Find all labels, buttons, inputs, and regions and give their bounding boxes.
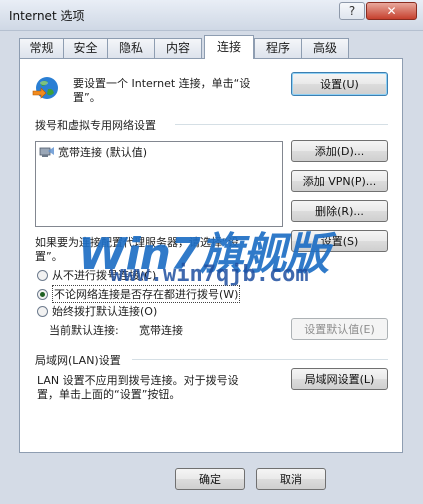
- close-icon: ✕: [386, 4, 397, 18]
- tab-programs[interactable]: 程序: [254, 38, 302, 58]
- radio-indicator: [37, 305, 48, 317]
- dialup-section-title: 拨号和虚拟专用网络设置: [35, 119, 156, 132]
- proxy-instruction-line2: 置”。: [35, 250, 63, 263]
- ok-button[interactable]: 确定: [175, 468, 245, 490]
- tab-label: 连接: [216, 40, 241, 54]
- list-item[interactable]: 宽带连接 (默认值): [39, 144, 147, 160]
- cancel-button[interactable]: 取消: [256, 468, 326, 490]
- help-icon: ?: [348, 4, 356, 18]
- current-default-value: 宽带连接: [139, 324, 183, 337]
- tab-label: 安全: [73, 41, 98, 55]
- tab-label: 高级: [312, 41, 337, 55]
- title-bar: Internet 选项 ? ✕: [0, 0, 423, 31]
- section-divider: [175, 124, 388, 125]
- watermark-url: www.win7qjb.com: [110, 262, 309, 287]
- radio-dial-whenever[interactable]: 不论网络连接是否存在都进行拨号(W): [37, 285, 241, 303]
- tab-general[interactable]: 常规: [19, 38, 64, 58]
- connection-name: 宽带连接 (默认值): [58, 146, 148, 159]
- tab-connections[interactable]: 连接: [204, 35, 254, 59]
- tab-label: 常规: [29, 41, 54, 55]
- radio-indicator: [37, 288, 48, 300]
- tab-label: 程序: [265, 41, 290, 55]
- lan-section-title: 局域网(LAN)设置: [35, 354, 121, 367]
- help-button[interactable]: ?: [339, 2, 365, 20]
- close-button[interactable]: ✕: [366, 2, 417, 20]
- tab-privacy[interactable]: 隐私: [107, 38, 155, 58]
- tab-label: 隐私: [118, 41, 143, 55]
- lan-settings-button[interactable]: 局域网设置(L): [291, 368, 388, 390]
- radio-always-dial[interactable]: 始终拨打默认连接(O): [37, 303, 157, 319]
- add-vpn-button[interactable]: 添加 VPN(P)...: [291, 170, 388, 192]
- radio-indicator: [37, 269, 48, 281]
- tab-advanced[interactable]: 高级: [301, 38, 349, 58]
- set-default-button[interactable]: 设置默认值(E): [291, 318, 388, 340]
- tab-content[interactable]: 内容: [154, 38, 202, 58]
- section-divider: [132, 359, 388, 360]
- tab-label: 内容: [165, 41, 190, 55]
- radio-label: 始终拨打默认连接(O): [52, 305, 158, 318]
- radio-label: 不论网络连接是否存在都进行拨号(W): [52, 285, 241, 303]
- broadband-connection-icon: [39, 147, 54, 157]
- current-default-label: 当前默认连接:: [49, 324, 119, 337]
- setup-button[interactable]: 设置(U): [291, 72, 388, 96]
- window-title: Internet 选项: [9, 9, 85, 23]
- tab-security[interactable]: 安全: [63, 38, 108, 58]
- setup-instruction-line2: 置”。: [73, 91, 101, 104]
- add-connection-button[interactable]: 添加(D)...: [291, 140, 388, 162]
- internet-globe-icon: [32, 77, 58, 99]
- lan-instruction-line2: 置，单击上面的“设置”按钮。: [37, 388, 181, 401]
- connections-list[interactable]: 宽带连接 (默认值): [35, 141, 283, 227]
